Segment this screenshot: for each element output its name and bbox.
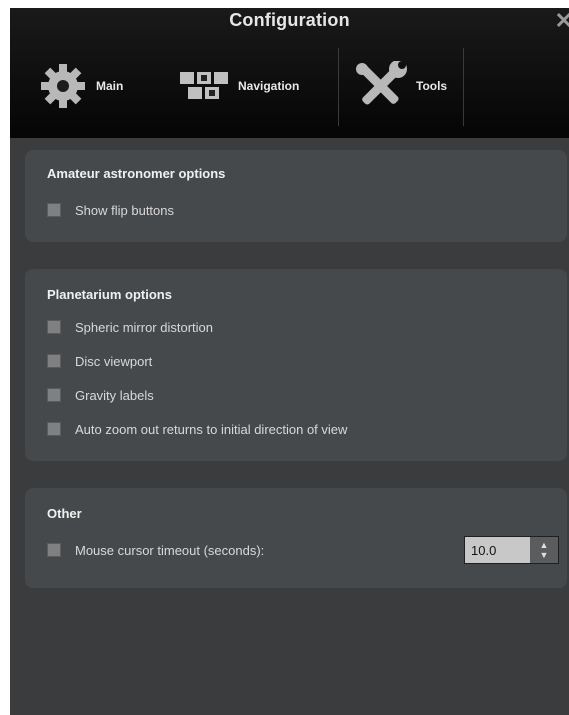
checkbox[interactable] (47, 388, 61, 402)
spin-arrows[interactable]: ▲ ▼ (530, 537, 558, 563)
tab-main[interactable]: Main (38, 46, 123, 126)
settings-panel: Amateur astronomer options Show flip but… (10, 138, 569, 715)
group-title: Other (47, 506, 82, 521)
option-show-flip-buttons[interactable]: Show flip buttons (47, 202, 174, 218)
other-options-group: Other Mouse cursor timeout (seconds): 10… (25, 488, 567, 588)
group-title: Planetarium options (47, 287, 172, 302)
close-icon[interactable]: ✕ (555, 8, 569, 34)
checkbox[interactable] (47, 543, 61, 557)
header-bar: Configuration ✕ Main Navigation Tools (10, 8, 569, 138)
chevron-up-icon[interactable]: ▲ (540, 540, 549, 550)
tab-main-label: Main (96, 79, 124, 93)
group-title: Amateur astronomer options (47, 166, 226, 181)
timeout-spinbox[interactable]: 10.0 ▲ ▼ (464, 536, 559, 564)
option-disc-viewport[interactable]: Disc viewport (47, 353, 152, 369)
option-gravity-labels[interactable]: Gravity labels (47, 387, 154, 403)
checkbox[interactable] (47, 354, 61, 368)
tab-navigation[interactable]: Navigation (178, 46, 299, 126)
option-label: Show flip buttons (75, 202, 175, 218)
option-label: Auto zoom out returns to initial directi… (75, 421, 348, 437)
timeout-value[interactable]: 10.0 (465, 543, 530, 558)
navigation-icon (180, 72, 228, 99)
option-label: Gravity labels (75, 387, 154, 403)
option-label: Disc viewport (75, 353, 153, 369)
tab-tools[interactable]: Tools (350, 46, 447, 126)
option-label: Spheric mirror distortion (75, 319, 213, 335)
tools-icon (356, 61, 407, 105)
amateur-options-group: Amateur astronomer options Show flip but… (25, 150, 567, 242)
option-mouse-cursor-timeout[interactable]: Mouse cursor timeout (seconds): (47, 542, 264, 558)
planetarium-options-group: Planetarium options Spheric mirror disto… (25, 269, 567, 461)
tab-tools-label: Tools (416, 79, 448, 93)
window-title: Configuration (229, 10, 350, 30)
option-spheric-mirror-distortion[interactable]: Spheric mirror distortion (47, 319, 213, 335)
tab-navigation-label: Navigation (238, 79, 300, 93)
tab-divider (338, 48, 339, 126)
tab-divider (463, 48, 464, 126)
checkbox[interactable] (47, 203, 61, 217)
checkbox[interactable] (47, 320, 61, 334)
option-label: Mouse cursor timeout (seconds): (75, 542, 265, 558)
configuration-window: Configuration ✕ Main Navigation Tools Am… (10, 8, 569, 715)
gear-icon (41, 64, 85, 108)
chevron-down-icon[interactable]: ▼ (540, 550, 549, 560)
option-auto-zoom-out[interactable]: Auto zoom out returns to initial directi… (47, 421, 347, 437)
checkbox[interactable] (47, 422, 61, 436)
